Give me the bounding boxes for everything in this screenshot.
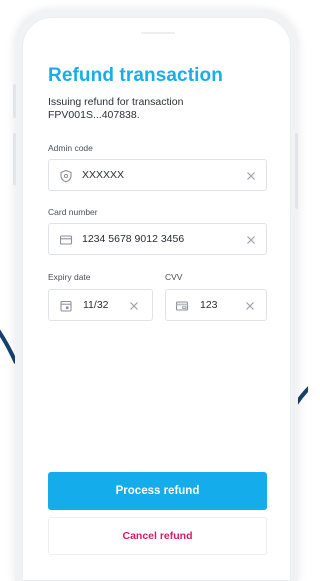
card-back-icon <box>175 301 189 311</box>
card-number-value: 1234 5678 9012 3456 <box>82 233 185 245</box>
calendar-icon <box>60 300 72 312</box>
card-number-field[interactable]: 1234 5678 9012 3456 <box>48 223 267 255</box>
page-title: Refund transaction <box>48 65 223 86</box>
shield-icon <box>60 169 72 183</box>
phone-side-button <box>13 133 16 185</box>
cvv-label: CVV <box>165 272 183 282</box>
phone-speaker <box>141 32 175 34</box>
clear-icon[interactable] <box>127 299 141 313</box>
clear-icon[interactable] <box>244 233 258 247</box>
phone-side-button <box>13 84 16 118</box>
clear-icon[interactable] <box>243 299 257 313</box>
credit-card-icon <box>59 235 73 245</box>
clear-icon[interactable] <box>244 169 258 183</box>
cancel-refund-button[interactable]: Cancel refund <box>48 517 267 555</box>
cvv-field[interactable]: 123 <box>165 289 267 321</box>
card-number-label: Card number <box>48 207 98 217</box>
phone-side-button <box>295 133 298 209</box>
process-refund-button[interactable]: Process refund <box>48 472 267 510</box>
decor-curve-left <box>0 329 18 364</box>
expiry-date-value: 11/32 <box>83 299 109 311</box>
cvv-value: 123 <box>200 299 218 311</box>
admin-code-field[interactable]: XXXXXX <box>48 159 267 191</box>
expiry-date-field[interactable]: 11/32 <box>48 289 153 321</box>
admin-code-label: Admin code <box>48 143 93 153</box>
admin-code-value: XXXXXX <box>82 169 125 181</box>
expiry-date-label: Expiry date <box>48 272 91 282</box>
page-subtitle: Issuing refund for transaction FPV001S..… <box>48 96 184 121</box>
